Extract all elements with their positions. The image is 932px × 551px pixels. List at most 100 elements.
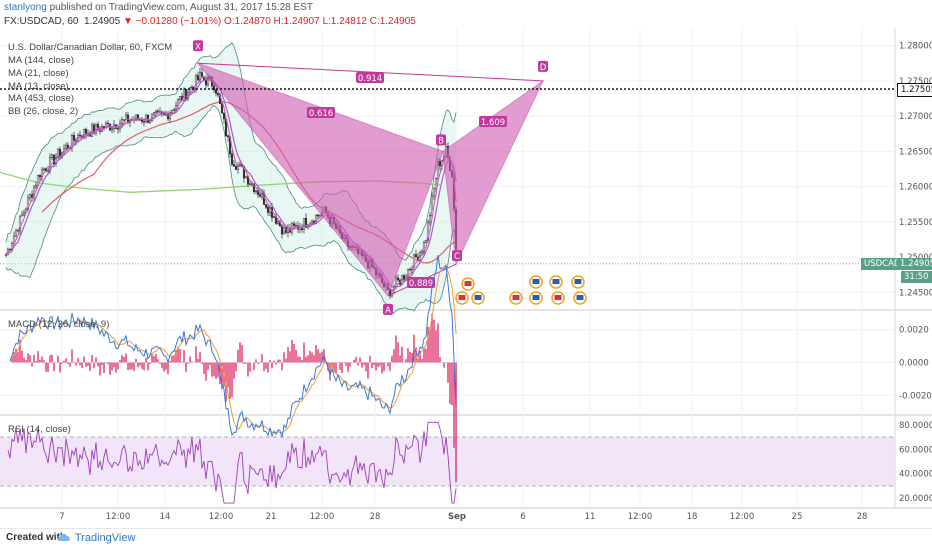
legend-ma21[interactable]: MA (21, close) — [8, 68, 69, 79]
tradingview-brand: TradingView — [74, 532, 136, 544]
rsi-band-fill — [0, 437, 895, 486]
candle-body — [258, 194, 262, 197]
time-tick-label: 11 — [585, 512, 596, 522]
time-tick-label: 12:00 — [310, 512, 335, 522]
candle-body — [116, 128, 120, 130]
candle-body — [154, 110, 158, 113]
candle-body — [16, 230, 20, 232]
rsi-tick-label: 60.0000 — [899, 445, 932, 455]
candle-body — [428, 215, 432, 223]
candle-body — [8, 248, 12, 251]
price-tick-label: 1.26500 — [899, 147, 932, 157]
price-tick-label: 1.28000 — [899, 42, 932, 52]
candle-body — [226, 135, 230, 138]
flag-icon — [574, 279, 582, 284]
candle-body — [390, 289, 394, 297]
candle-body — [172, 109, 176, 111]
candle-body — [434, 178, 438, 189]
candle-body — [78, 134, 82, 137]
candle-body — [182, 89, 186, 101]
flag-icon — [554, 295, 562, 300]
publish-text: published on TradingView.com, August 31,… — [46, 2, 313, 13]
flag-icon — [552, 279, 560, 284]
pattern-triangle-bcd — [442, 79, 545, 266]
time-tick-label: 12:00 — [730, 512, 755, 522]
flag-icon — [458, 295, 466, 300]
candle-body — [196, 75, 200, 81]
flag-icon — [576, 295, 584, 300]
pattern-point-label: A — [385, 306, 391, 316]
flag-icon — [512, 295, 520, 300]
rsi-tick-label: 80.0000 — [899, 421, 932, 431]
time-tick-label: 14 — [160, 512, 171, 522]
time-tick-label: 18 — [687, 512, 698, 522]
candle-body — [20, 214, 24, 217]
time-tick-label: 12:00 — [628, 512, 653, 522]
candle-body — [178, 96, 182, 100]
rsi-band — [0, 436, 895, 487]
tradingview-cloud-icon — [57, 533, 70, 541]
candle-body — [424, 240, 428, 243]
pattern-ratio-label: 0.616 — [309, 109, 333, 119]
legend-ma144[interactable]: MA (144, close) — [8, 55, 74, 66]
rsi-tick-label: 40.0000 — [899, 470, 932, 480]
current-price-badge: 1.24905 — [897, 258, 932, 270]
legend-ma13[interactable]: MA (13, close) — [8, 81, 69, 92]
time-axis-ticks: 7 12:00 14 12:00 21 12:00 28 Sep 6 11 12:00 18 12:00… — [59, 512, 867, 522]
candle-body — [64, 144, 68, 149]
flag-icon — [532, 279, 540, 284]
candle-body — [292, 223, 296, 226]
legend-bb[interactable]: BB (26, close, 2) — [8, 106, 78, 117]
flag-icon — [532, 295, 540, 300]
macd-tick-label: 0.0000 — [899, 359, 929, 369]
candle-body — [230, 153, 234, 165]
symbol-label[interactable]: FX:USDCAD, 60 — [4, 16, 78, 27]
candle-body — [264, 204, 268, 208]
candle-body — [34, 185, 38, 188]
flag-icon — [464, 281, 472, 286]
chart-canvas[interactable]: XABCD0.9140.6161.6090.889 1.280001.27500… — [0, 28, 932, 528]
rsi-tick-label: 20.0000 — [899, 494, 932, 504]
candle-body — [120, 119, 124, 124]
legend-rsi[interactable]: RSI (14, close) — [8, 424, 71, 435]
legend-ma453[interactable]: MA (453, close) — [8, 93, 74, 104]
candle-body — [148, 120, 152, 123]
candle-body — [72, 135, 76, 141]
price-tick-label: 1.24500 — [899, 288, 932, 298]
candle-body — [234, 165, 238, 170]
symbol-header: FX:USDCAD, 60 1.24905 ▼ −0.01280 (−1.01%… — [4, 16, 416, 27]
pattern-ratio-label: 1.609 — [481, 118, 505, 128]
candle-body — [220, 103, 224, 114]
candle-body — [432, 187, 436, 197]
candle-body — [84, 128, 88, 135]
time-tick-label: 28 — [370, 512, 381, 522]
pattern-point-label: B — [438, 136, 444, 146]
price-tick-label: 1.26000 — [899, 183, 932, 193]
dotted-level-badge: 1.27505 — [897, 83, 932, 97]
candle-body — [276, 221, 280, 224]
pattern-point-label: X — [195, 42, 201, 52]
pattern-ratio-label: 0.889 — [409, 279, 433, 289]
candle-body — [194, 75, 198, 90]
candle-body — [214, 89, 218, 94]
candle-body — [122, 119, 126, 121]
time-tick-label: 7 — [59, 512, 64, 522]
tradingview-logo[interactable]: TradingView — [56, 531, 135, 544]
macd-tick-label: 0.0020 — [899, 326, 929, 336]
candle-body — [152, 112, 156, 115]
candle-body — [244, 175, 248, 179]
economic-events[interactable] — [455, 275, 587, 305]
candle-body — [248, 183, 252, 185]
candle-body — [184, 89, 188, 100]
author-link[interactable]: stanlyong — [4, 2, 47, 13]
candle-body — [28, 194, 32, 199]
candle-body — [254, 190, 258, 192]
candle-body — [142, 121, 146, 123]
time-tick-label: 12:00 — [209, 512, 234, 522]
price-tick-label: 1.27000 — [899, 112, 932, 122]
legend-macd[interactable]: MACD (12, 26, close, 9) — [8, 319, 109, 330]
time-tick-label: 25 — [792, 512, 803, 522]
candle-body — [90, 124, 94, 137]
pattern-point-label: D — [540, 63, 547, 73]
candle-body — [38, 174, 42, 178]
